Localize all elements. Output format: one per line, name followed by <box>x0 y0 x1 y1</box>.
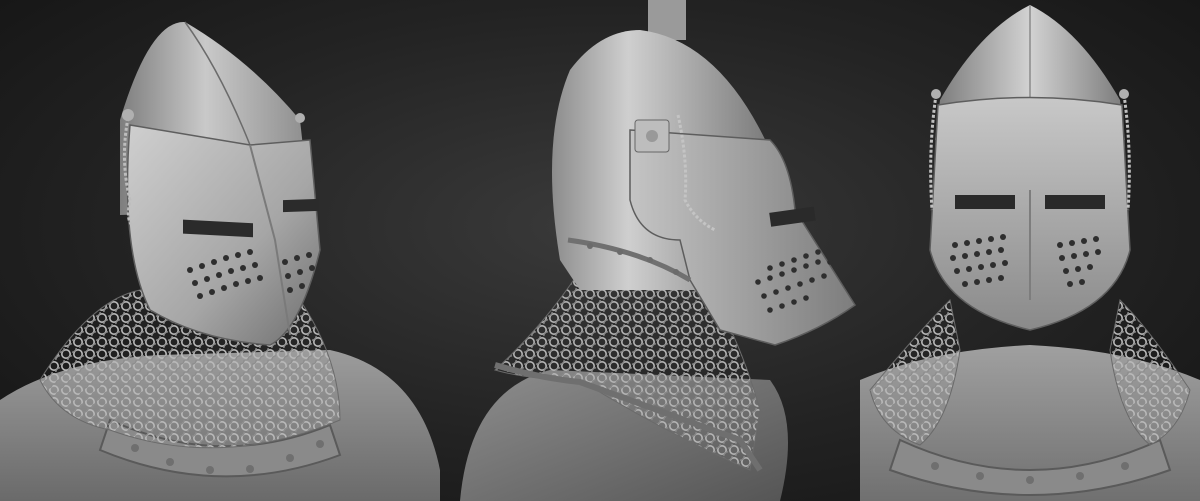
knight-profile-view <box>440 0 860 501</box>
eye-slit-left <box>955 195 1015 209</box>
knight-front-view <box>860 0 1200 501</box>
knight-three-quarter-view <box>0 0 440 501</box>
eye-slit-right <box>283 198 319 213</box>
eye-slit-right <box>1045 195 1105 209</box>
render-viewport <box>0 0 1200 501</box>
